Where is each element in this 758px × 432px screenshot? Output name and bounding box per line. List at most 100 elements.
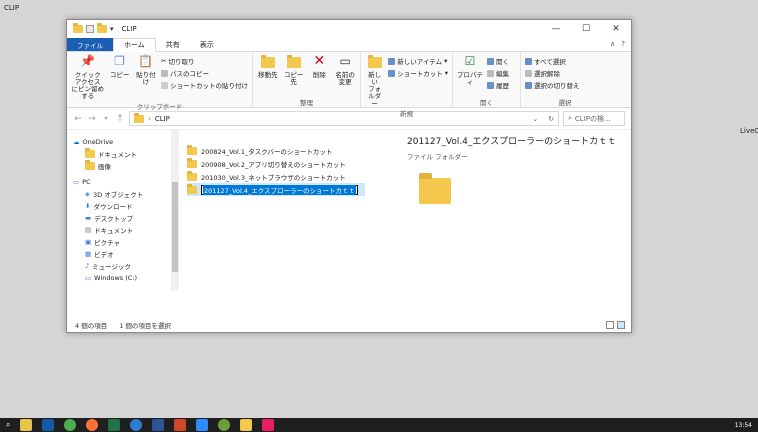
clock[interactable]: 13:54 xyxy=(735,422,752,429)
path-icon xyxy=(160,69,168,77)
pin-icon: 📌 xyxy=(80,54,96,69)
drive-icon: ▭ xyxy=(85,274,92,282)
nav-item-onedrive[interactable]: ☁ OneDrive xyxy=(67,136,179,148)
selected-count: 1 個の項目を選択 xyxy=(119,322,171,330)
new-folder-icon[interactable] xyxy=(97,23,107,33)
up-arrow-icon[interactable]: ↑ xyxy=(115,114,125,124)
folder-icon xyxy=(187,144,197,155)
file-explorer-icon[interactable] xyxy=(20,419,33,431)
nav-item-desktop[interactable]: ▬ デスクトップ xyxy=(67,212,179,224)
search-icon[interactable]: ⌕ xyxy=(6,420,10,430)
copy-button[interactable]: ❐ コピー xyxy=(108,54,130,101)
open-button[interactable]: 開く xyxy=(487,56,509,66)
powerpoint-icon[interactable] xyxy=(174,419,187,431)
list-item[interactable]: 201030_Vol.3_ネットブラウザのショートカット xyxy=(187,170,631,183)
picture-icon: ▣ xyxy=(85,238,92,246)
nav-item-pictures[interactable]: ▣ ピクチャ xyxy=(67,236,179,248)
properties-button[interactable]: ☑ プロパティ xyxy=(457,54,483,97)
breadcrumb-chevron-icon: › xyxy=(148,114,151,123)
excel-icon[interactable] xyxy=(108,419,121,431)
details-view-icon[interactable] xyxy=(606,321,614,329)
nav-item-documents[interactable]: ▤ ドキュメント xyxy=(67,224,179,236)
outlook-icon[interactable] xyxy=(42,419,55,431)
download-icon: ⬇ xyxy=(85,202,91,210)
document-icon: ▤ xyxy=(85,226,92,234)
folder-icon xyxy=(73,23,83,33)
rename-field[interactable]: 201127_Vol.4_エクスプローラーのショートカｔｔ xyxy=(201,184,359,195)
select-all-button[interactable]: すべて選択 xyxy=(525,56,580,66)
back-arrow-icon[interactable]: ← xyxy=(73,114,83,124)
tab-share[interactable]: 共有 xyxy=(156,38,190,51)
delete-icon: ✕ xyxy=(313,53,326,70)
large-icons-view-icon[interactable] xyxy=(617,321,625,329)
select-none-button[interactable]: 選択解除 xyxy=(525,68,580,78)
refresh-icon[interactable]: ↻ xyxy=(548,115,554,123)
collapse-ribbon-icon[interactable]: ∧ xyxy=(610,40,615,48)
tab-home[interactable]: ホーム xyxy=(113,38,156,52)
tab-file[interactable]: ファイル xyxy=(67,38,113,51)
open-icon xyxy=(487,57,494,65)
explorer-active-icon[interactable] xyxy=(240,419,253,431)
item-count: 4 個の項目 xyxy=(75,322,108,330)
new-item-button[interactable]: 新しいアイテム ▾ xyxy=(388,56,448,66)
zoom-icon[interactable] xyxy=(196,419,209,431)
address-box[interactable]: › CLIP ⌄ ↻ xyxy=(129,111,559,126)
forward-arrow-icon[interactable]: → xyxy=(87,114,97,124)
invert-selection-icon xyxy=(525,81,532,89)
clipboard-group-label: クリップボード xyxy=(136,102,183,111)
chrome-icon[interactable] xyxy=(64,419,77,431)
chevron-down-icon[interactable]: ▾ xyxy=(110,25,114,33)
paste-shortcut-button[interactable]: ショートカットの貼り付け xyxy=(160,80,248,90)
address-dropdown-icon[interactable]: ⌄ xyxy=(532,115,538,123)
content-area: ☁ OneDrive ドキュメント 画像 ▭ PC ◈ 3D オブジェクト ⬇ xyxy=(67,130,631,291)
organize-group-label: 整理 xyxy=(300,99,313,107)
list-item-selected[interactable]: 201127_Vol.4_エクスプローラーのショートカｔｔ xyxy=(187,183,365,196)
nav-item-downloads[interactable]: ⬇ ダウンロード xyxy=(67,200,179,212)
nav-item-videos[interactable]: ▦ ビデオ xyxy=(67,248,179,260)
maximize-button[interactable]: ☐ xyxy=(571,20,601,38)
ribbon-tabs: ファイル ホーム 共有 表示 ∧ ? xyxy=(67,38,631,52)
nav-item-onedrive-documents[interactable]: ドキュメント xyxy=(67,148,179,160)
nav-item-music[interactable]: ♪ ミュージック xyxy=(67,260,179,272)
new-group-label: 新規 xyxy=(400,109,413,118)
invert-selection-button[interactable]: 選択の切り替え xyxy=(525,80,580,90)
delete-button[interactable]: ✕ 削除 xyxy=(309,54,331,97)
desktop-icon: ▬ xyxy=(85,214,92,222)
pin-quick-access-button[interactable]: 📌 クイック アクセス にピン留めする xyxy=(71,54,104,101)
nav-item-3d-objects[interactable]: ◈ 3D オブジェクト xyxy=(67,188,179,200)
word-icon[interactable] xyxy=(152,419,165,431)
tab-view[interactable]: 表示 xyxy=(190,38,224,51)
recent-dropdown-icon[interactable]: ▾ xyxy=(101,115,111,122)
move-to-button[interactable]: 移動先 xyxy=(257,54,279,97)
copy-path-button[interactable]: パスのコピー xyxy=(160,68,248,78)
easy-access-icon xyxy=(388,69,396,77)
nav-item-windows-c[interactable]: ▭ Windows (C:) xyxy=(67,272,179,284)
copy-to-button[interactable]: コピー先 xyxy=(283,54,305,97)
app-icon[interactable] xyxy=(218,419,231,431)
search-input[interactable]: ⌕ CLIPの検... xyxy=(563,111,625,126)
new-folder-button[interactable]: 新しい フォルダー xyxy=(365,54,384,108)
close-button[interactable]: ✕ xyxy=(601,20,631,38)
properties-icon[interactable] xyxy=(86,25,94,33)
app2-icon[interactable] xyxy=(262,419,275,431)
folder-icon xyxy=(187,183,197,194)
paste-button[interactable]: 📋 貼り付け xyxy=(135,54,157,101)
edge-icon[interactable] xyxy=(130,419,143,431)
nav-item-pc[interactable]: ▭ PC xyxy=(67,176,179,188)
edit-button[interactable]: 編集 xyxy=(487,68,509,78)
nav-item-onedrive-images[interactable]: 画像 xyxy=(67,160,179,172)
history-icon xyxy=(487,81,494,89)
history-button[interactable]: 履歴 xyxy=(487,80,509,90)
minimize-button[interactable]: — xyxy=(541,20,571,38)
easy-access-button[interactable]: ショートカット ▾ xyxy=(388,68,448,78)
address-bar-row: ← → ▾ ↑ › CLIP ⌄ ↻ ⌕ CLIPの検... xyxy=(67,108,631,130)
status-bar: 4 個の項目 1 個の項目を選択 xyxy=(67,318,631,332)
breadcrumb[interactable]: CLIP xyxy=(155,115,170,123)
rename-button[interactable]: ▭ 名前の 変更 xyxy=(334,54,356,97)
firefox-icon[interactable] xyxy=(86,419,99,431)
nav-scrollbar[interactable] xyxy=(171,130,179,291)
nav-scrollbar-thumb[interactable] xyxy=(172,182,178,272)
dropdown-icon: ▾ xyxy=(444,57,448,65)
cut-button[interactable]: ✂ 切り取り xyxy=(161,56,248,66)
help-icon[interactable]: ? xyxy=(621,40,625,48)
